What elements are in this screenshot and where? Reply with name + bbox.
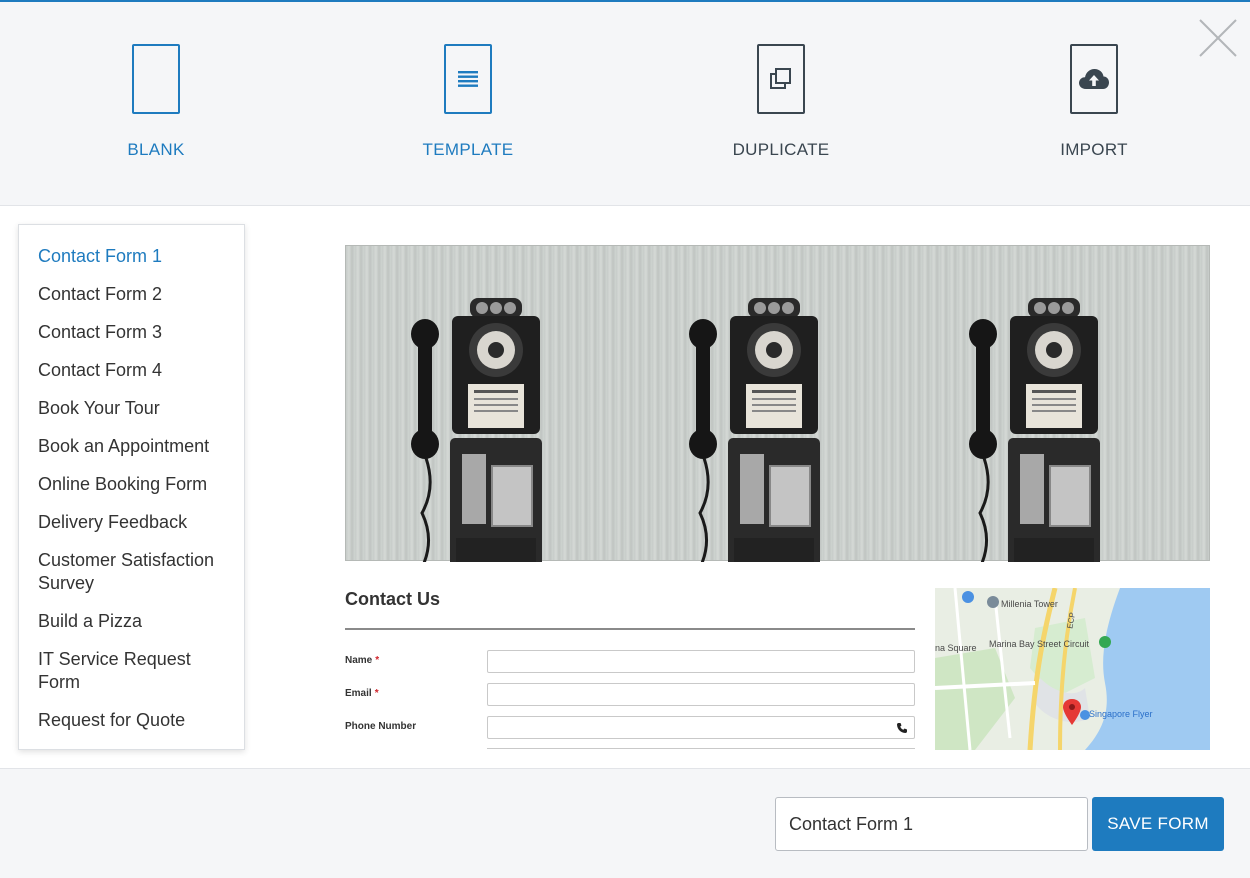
preview-name-input — [487, 650, 915, 673]
map-label-flyer: Singapore Flyer — [1089, 709, 1153, 719]
preview-form-title: Contact Us — [345, 589, 441, 609]
map-label-square: na Square — [935, 643, 977, 653]
required-asterisk: * — [374, 688, 379, 699]
new-form-modal: BLANK TEMPLATE DUPLICATE IMPORT Contact … — [0, 0, 1250, 878]
preview-email-input — [487, 683, 915, 706]
preview-phone-label-text: Phone Number — [345, 721, 417, 732]
template-item-contact-form-4[interactable]: Contact Form 4 — [38, 359, 225, 382]
option-duplicate-label: DUPLICATE — [732, 140, 830, 159]
template-item-build-a-pizza[interactable]: Build a Pizza — [38, 610, 225, 633]
duplicate-document-icon — [757, 44, 805, 114]
close-icon[interactable] — [1198, 18, 1238, 58]
template-item-online-booking-form[interactable]: Online Booking Form — [38, 473, 225, 496]
modal-footer: SAVE FORM — [0, 768, 1250, 878]
option-duplicate[interactable]: DUPLICATE — [681, 44, 881, 160]
preview-title-divider — [345, 628, 915, 630]
template-item-delivery-feedback[interactable]: Delivery Feedback — [38, 511, 225, 534]
template-list: Contact Form 1 Contact Form 2 Contact Fo… — [18, 224, 245, 750]
cloud-upload-document-icon — [1070, 44, 1118, 114]
preview-field-label-name: Name * — [345, 655, 379, 666]
preview-map: Millenia Tower na Square Marina Bay Stre… — [935, 588, 1210, 750]
option-import[interactable]: IMPORT — [994, 44, 1194, 160]
template-item-customer-satisfaction-survey[interactable]: Customer Satisfaction Survey — [38, 549, 225, 595]
template-document-icon — [444, 44, 492, 114]
save-form-button[interactable]: SAVE FORM — [1092, 797, 1224, 851]
preview-phone-input — [487, 716, 915, 739]
option-template[interactable]: TEMPLATE — [368, 44, 568, 160]
map-label-street: Marina Bay Street Circuit — [989, 639, 1090, 649]
option-blank-label: BLANK — [127, 140, 185, 159]
template-item-contact-form-1[interactable]: Contact Form 1 — [38, 245, 225, 268]
preview-email-label-text: Email — [345, 688, 372, 699]
preview-name-label-text: Name — [345, 655, 373, 666]
template-item-book-your-tour[interactable]: Book Your Tour — [38, 397, 225, 420]
form-source-options: BLANK TEMPLATE DUPLICATE IMPORT — [0, 2, 1250, 206]
preview-form-divider — [487, 748, 915, 749]
template-item-request-for-quote[interactable]: Request for Quote — [38, 709, 225, 732]
form-name-input[interactable] — [775, 797, 1088, 851]
required-asterisk: * — [375, 655, 380, 666]
option-import-label: IMPORT — [1060, 140, 1128, 159]
option-template-label: TEMPLATE — [422, 140, 514, 159]
template-item-contact-form-2[interactable]: Contact Form 2 — [38, 283, 225, 306]
blank-document-icon — [132, 44, 180, 114]
option-blank[interactable]: BLANK — [56, 44, 256, 160]
phone-icon — [897, 723, 907, 733]
preview-field-label-email: Email * — [345, 688, 379, 699]
template-preview: Contact Us Name * Email * Phone Number M… — [345, 245, 1210, 765]
template-item-book-an-appointment[interactable]: Book an Appointment — [38, 435, 225, 458]
preview-field-label-phone: Phone Number — [345, 721, 416, 732]
template-item-contact-form-3[interactable]: Contact Form 3 — [38, 321, 225, 344]
hero-image-payphones — [345, 245, 1210, 616]
map-label-tower: Millenia Tower — [1001, 599, 1058, 609]
template-item-it-service-request-form[interactable]: IT Service Request Form — [38, 648, 225, 694]
